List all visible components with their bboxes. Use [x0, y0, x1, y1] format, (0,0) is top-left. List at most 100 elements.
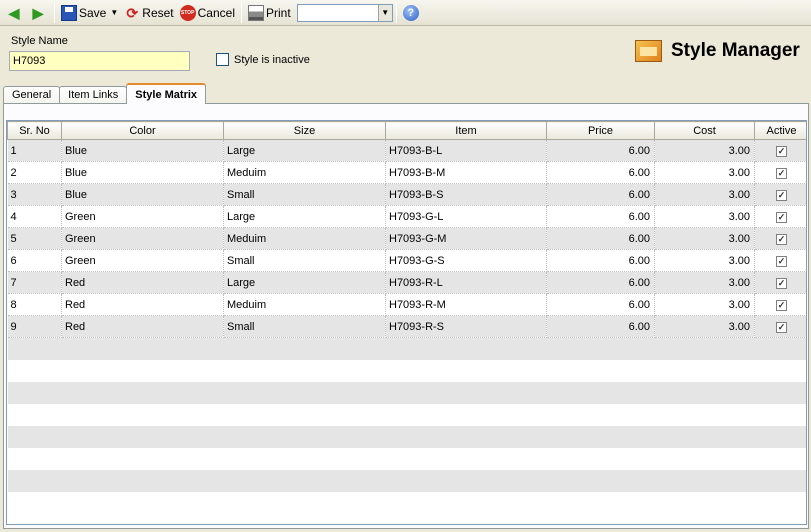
column-header-size[interactable]: Size [223, 121, 386, 140]
sr-no-cell[interactable]: 8 [7, 293, 62, 316]
sr-no-cell[interactable]: 7 [7, 271, 62, 294]
table-row[interactable]: 2 Blue Meduim H7093-B-M 6.00 3.00 ✓ [7, 161, 806, 184]
table-row[interactable]: 8 Red Meduim H7093-R-M 6.00 3.00 ✓ [7, 293, 806, 316]
item-cell[interactable]: H7093-B-L [385, 139, 547, 162]
tab-style-matrix[interactable]: Style Matrix [126, 83, 207, 104]
color-cell[interactable]: Red [61, 293, 224, 316]
active-checkbox[interactable]: ✓ [776, 255, 787, 267]
price-cell[interactable]: 6.00 [546, 315, 655, 338]
color-cell[interactable]: Blue [61, 183, 224, 206]
cost-cell[interactable]: 3.00 [654, 227, 755, 250]
print-button[interactable]: Print [245, 3, 294, 23]
cost-cell[interactable]: 3.00 [654, 271, 755, 294]
active-cell[interactable]: ✓ [754, 271, 806, 294]
cost-cell[interactable]: 3.00 [654, 183, 755, 206]
checkbox-box[interactable] [216, 53, 229, 66]
active-cell[interactable]: ✓ [754, 205, 806, 228]
active-cell[interactable]: ✓ [754, 161, 806, 184]
active-cell[interactable]: ✓ [754, 249, 806, 272]
color-cell[interactable]: Red [61, 315, 224, 338]
active-checkbox[interactable]: ✓ [776, 189, 787, 201]
color-cell[interactable]: Green [61, 249, 224, 272]
cancel-button[interactable]: STOP Cancel [177, 3, 238, 23]
price-cell[interactable]: 6.00 [546, 293, 655, 316]
item-cell[interactable]: H7093-G-S [385, 249, 547, 272]
size-cell[interactable]: Meduim [223, 161, 386, 184]
style-inactive-checkbox[interactable]: Style is inactive [216, 53, 310, 66]
item-cell[interactable]: H7093-B-M [385, 161, 547, 184]
color-cell[interactable]: Blue [61, 161, 224, 184]
cost-cell[interactable]: 3.00 [654, 205, 755, 228]
size-cell[interactable]: Small [223, 183, 386, 206]
color-cell[interactable]: Blue [61, 139, 224, 162]
price-cell[interactable]: 6.00 [546, 227, 655, 250]
table-row[interactable]: 4 Green Large H7093-G-L 6.00 3.00 ✓ [7, 205, 806, 228]
item-cell[interactable]: H7093-G-L [385, 205, 547, 228]
cost-cell[interactable]: 3.00 [654, 161, 755, 184]
back-button[interactable]: ◀ [3, 3, 27, 23]
active-cell[interactable]: ✓ [754, 227, 806, 250]
item-cell[interactable]: H7093-G-M [385, 227, 547, 250]
sr-no-cell[interactable]: 3 [7, 183, 62, 206]
column-header-sr-no[interactable]: Sr. No [7, 121, 62, 140]
print-select[interactable]: ▼ [296, 3, 393, 22]
price-cell[interactable]: 6.00 [546, 139, 655, 162]
column-header-item[interactable]: Item [385, 121, 547, 140]
column-header-cost[interactable]: Cost [654, 121, 755, 140]
sr-no-cell[interactable]: 1 [7, 139, 62, 162]
table-row[interactable]: 6 Green Small H7093-G-S 6.00 3.00 ✓ [7, 249, 806, 272]
item-cell[interactable]: H7093-R-L [385, 271, 547, 294]
style-matrix-grid[interactable]: Sr. No Color Size Item Price Cost Active… [6, 120, 807, 525]
column-header-active[interactable]: Active [754, 121, 806, 140]
column-header-color[interactable]: Color [61, 121, 224, 140]
price-cell[interactable]: 6.00 [546, 205, 655, 228]
active-cell[interactable]: ✓ [754, 183, 806, 206]
color-cell[interactable]: Red [61, 271, 224, 294]
active-checkbox[interactable]: ✓ [776, 277, 787, 289]
size-cell[interactable]: Small [223, 315, 386, 338]
tab-item-links[interactable]: Item Links [59, 86, 128, 104]
chevron-down-icon[interactable]: ▼ [110, 8, 118, 17]
item-cell[interactable]: H7093-R-M [385, 293, 547, 316]
price-cell[interactable]: 6.00 [546, 271, 655, 294]
active-checkbox[interactable]: ✓ [776, 299, 787, 311]
active-checkbox[interactable]: ✓ [776, 211, 787, 223]
sr-no-cell[interactable]: 5 [7, 227, 62, 250]
style-name-input[interactable] [9, 51, 190, 71]
table-row[interactable]: 5 Green Meduim H7093-G-M 6.00 3.00 ✓ [7, 227, 806, 250]
cost-cell[interactable]: 3.00 [654, 315, 755, 338]
forward-button[interactable]: ▶ [27, 3, 51, 23]
active-checkbox[interactable]: ✓ [776, 167, 787, 179]
active-cell[interactable]: ✓ [754, 293, 806, 316]
sr-no-cell[interactable]: 4 [7, 205, 62, 228]
table-row[interactable]: 1 Blue Large H7093-B-L 6.00 3.00 ✓ [7, 139, 806, 162]
sr-no-cell[interactable]: 9 [7, 315, 62, 338]
active-checkbox[interactable]: ✓ [776, 233, 787, 245]
size-cell[interactable]: Meduim [223, 293, 386, 316]
table-row[interactable]: 3 Blue Small H7093-B-S 6.00 3.00 ✓ [7, 183, 806, 206]
size-cell[interactable]: Large [223, 205, 386, 228]
size-cell[interactable]: Small [223, 249, 386, 272]
size-cell[interactable]: Large [223, 139, 386, 162]
table-row[interactable]: 9 Red Small H7093-R-S 6.00 3.00 ✓ [7, 315, 806, 338]
active-cell[interactable]: ✓ [754, 315, 806, 338]
item-cell[interactable]: H7093-B-S [385, 183, 547, 206]
price-cell[interactable]: 6.00 [546, 161, 655, 184]
save-button[interactable]: Save ▼ [58, 3, 121, 23]
cost-cell[interactable]: 3.00 [654, 293, 755, 316]
color-cell[interactable]: Green [61, 227, 224, 250]
color-cell[interactable]: Green [61, 205, 224, 228]
size-cell[interactable]: Meduim [223, 227, 386, 250]
tab-general[interactable]: General [3, 86, 61, 104]
active-cell[interactable]: ✓ [754, 139, 806, 162]
sr-no-cell[interactable]: 2 [7, 161, 62, 184]
cost-cell[interactable]: 3.00 [654, 249, 755, 272]
help-button[interactable]: ? [400, 3, 422, 23]
table-row[interactable]: 7 Red Large H7093-R-L 6.00 3.00 ✓ [7, 271, 806, 294]
price-cell[interactable]: 6.00 [546, 249, 655, 272]
reset-button[interactable]: ⟳ Reset [121, 3, 176, 23]
active-checkbox[interactable]: ✓ [776, 321, 787, 333]
column-header-price[interactable]: Price [546, 121, 655, 140]
item-cell[interactable]: H7093-R-S [385, 315, 547, 338]
active-checkbox[interactable]: ✓ [776, 145, 787, 157]
